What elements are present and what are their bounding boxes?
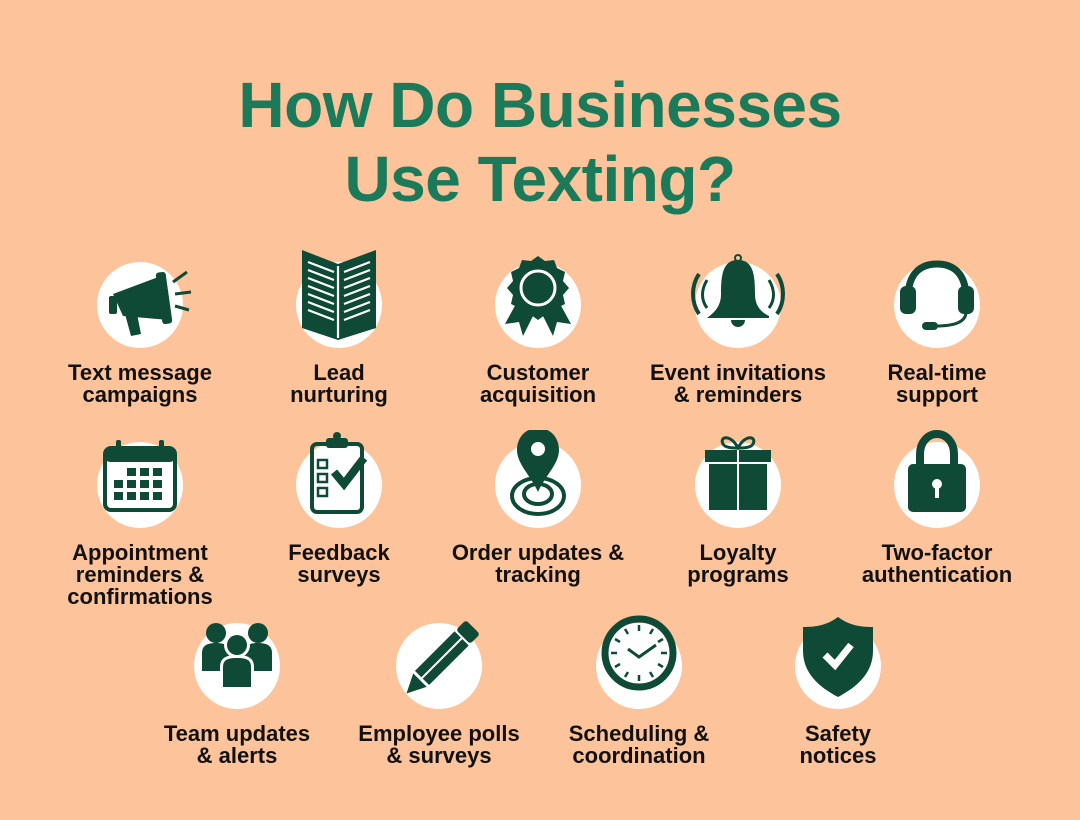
book-icon [302,250,376,344]
headset-icon [900,260,974,330]
label-line: tracking [495,562,581,587]
title-line-1: How Do Businesses [238,69,842,141]
label-line: campaigns [82,382,198,407]
gift-icon [705,436,771,510]
label-line: Feedback [288,540,390,565]
clock-icon [601,615,677,691]
megaphone-icon [109,270,192,336]
label-line: notices [799,743,877,768]
location-pin-icon [510,430,566,516]
award-ribbon-icon [505,256,571,336]
label-line: confirmations [67,584,213,609]
label-line: surveys [297,562,381,587]
label-line: Safety [804,721,872,746]
label-line: Team updates [163,721,311,746]
label-line: Two-factor [881,540,993,565]
pencil-icon [406,621,479,694]
label-line: Scheduling & [568,721,710,746]
padlock-icon [908,430,966,512]
label-line: Real-time [887,360,987,385]
label-line: acquisition [479,382,597,407]
calendar-icon [103,440,177,512]
label-line: & surveys [386,743,492,768]
label-line: Customer [486,360,590,385]
label-line: nurturing [290,382,388,407]
label-line: Loyalty [699,540,777,565]
team-icon [202,623,272,689]
page-title: How Do Businesses Use Texting? [0,68,1080,216]
label-line: Text message [68,360,212,385]
label-line: reminders & [75,562,205,587]
bell-icon [691,254,785,327]
label-line: authentication [861,562,1013,587]
label-line: Event invitations [649,360,827,385]
title-line-2: Use Texting? [344,143,736,215]
label-line: support [896,382,978,407]
label-line: & reminders [673,382,803,407]
label-line: programs [687,562,789,587]
label-line: & alerts [196,743,278,768]
label-line: coordination [572,743,706,768]
label-line: Appointment [72,540,208,565]
label-line: Employee polls [358,721,520,746]
label-line: Order updates & [451,540,625,565]
shield-check-icon [803,617,873,697]
label-line: Lead [313,360,365,385]
clipboard-check-icon [310,432,368,514]
